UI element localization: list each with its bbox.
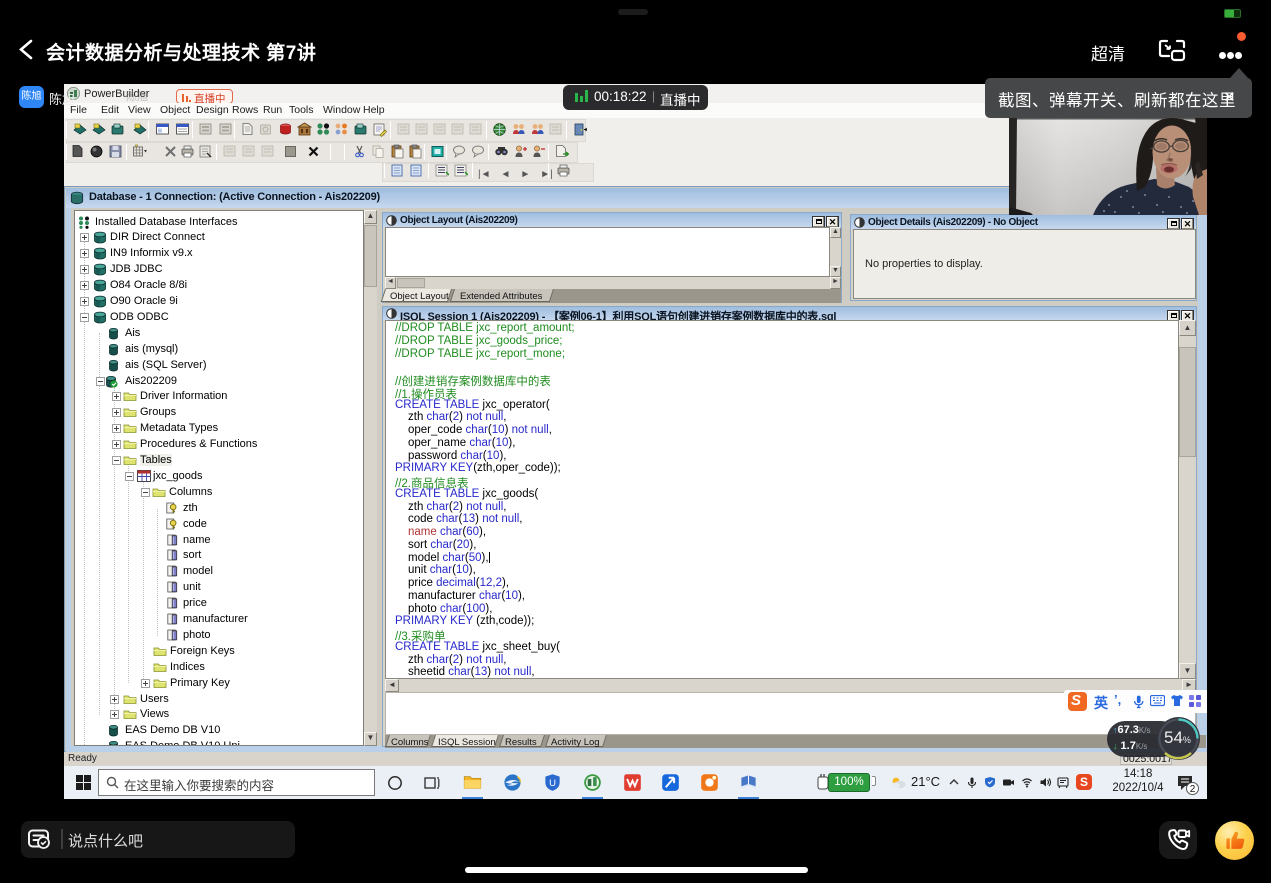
- svg-text:U: U: [549, 778, 556, 789]
